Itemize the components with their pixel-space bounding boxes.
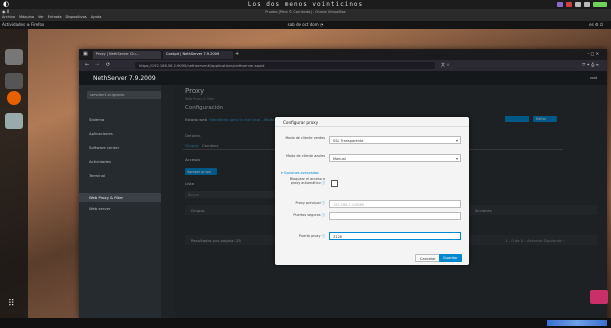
guest-dock: ⠿ [0,29,28,318]
url-field[interactable]: https://192.168.56.2:9090/nethserver#/ap… [135,62,435,69]
vm-menu-bar: ◉ 0 Prueba [Pero © Corriendo] - Oracle V… [0,9,611,21]
save-button[interactable]: Guardar [439,254,462,262]
tab-strip: ▣ Proxy | NethServer Clu... Cockpit | Ne… [79,49,607,60]
guest-status-menu[interactable]: es ⚙ ⏻ [589,22,603,27]
host-top-bar: ◐ Los dos menos vointicinos [0,0,611,9]
taskbar-tray-icons[interactable] [547,320,607,326]
block-auto-proxy-text: Bloquear el acceso a proxy automático [289,177,325,186]
client-mode-green-label: Modo de cliente verdes [285,136,325,140]
info-icon[interactable]: ⓘ [322,201,325,205]
menu-entrada[interactable]: Entrada [48,15,62,19]
host-taskbar [0,318,611,328]
sidebar-item-aplicaciones[interactable]: Aplicaciones [89,131,113,136]
terminal-icon[interactable] [5,73,23,89]
parent-proxy-text: Proxy principal [295,201,321,205]
sidebar-item-sistema[interactable]: Sistema [89,117,104,122]
tab-cockpit-label: Cockpit | NethServer 7.9.2009 [166,52,220,56]
host-window-title: Los dos menos vointicinos [247,1,364,8]
menu-ayuda[interactable]: Ayuda [91,15,102,19]
sidebar-item-software-center[interactable]: Software center [89,145,119,150]
back-button[interactable]: ← [85,62,89,68]
tab-cockpit[interactable]: Cockpit | NethServer 7.9.2009 [163,51,233,59]
cancel-button[interactable]: Cancelar [415,254,441,262]
proxy-port-value: 3128 [333,234,342,239]
text-editor-icon[interactable] [5,113,23,129]
nethserver-brand: NethServer 7.9.2009 [93,75,156,82]
dialog-title: Configurar proxy [275,117,469,127]
menu-archivo[interactable]: Archivo [2,15,15,19]
app-grid-icon[interactable]: ⠿ [8,299,15,309]
forward-button[interactable]: → [95,62,99,68]
proxy-port-text: Puerto proxy [298,234,321,238]
navigation-bar: ← → ⟳ https://192.168.56.2:9090/nethserv… [79,60,607,71]
nethserver-header: NethServer 7.9.2009 root [79,71,607,86]
sidebar-icon-rail [161,85,175,319]
proxy-port-input[interactable]: 3128 [329,232,461,240]
menu-ver[interactable]: Ver [38,15,44,19]
sidebar-item-web-proxy-label: Web Proxy & filter [89,195,124,200]
tab-list-icon[interactable]: ▣ [83,51,88,57]
browser-menu-icons[interactable]: ⛉ ✦ ⎙ ≡ [582,62,599,67]
configure-proxy-dialog: Configurar proxy Modo de cliente verdes … [275,117,469,265]
bookmark-star-icon[interactable]: 文 ☆ [441,62,450,68]
vm-menus: Archivo Máquina Ver Entrada Dispositivos… [2,15,101,19]
tray-indicator-icon[interactable] [593,2,607,7]
user-menu[interactable]: root [590,76,597,80]
guest-clock[interactable]: sab de oct dom ◔ [0,22,611,27]
parent-proxy-placeholder: 192.168.1.1:8080 [333,202,365,207]
host-system-tray[interactable] [557,1,607,8]
host-selector[interactable]: servidor1.ei.ignacio [87,91,161,99]
tray-record-icon[interactable] [566,2,572,7]
url-text: https://192.168.56.2:9090/nethserver#/ap… [139,63,265,68]
safe-ports-label: Puertos seguros ⓘ [281,213,325,217]
sidebar-item-web-server[interactable]: Web server [89,206,111,211]
files-icon[interactable] [5,49,23,65]
menu-dispositivos[interactable]: Dispositivos [66,15,87,19]
proxy-port-label: Puerto proxy ⓘ [281,234,325,238]
client-mode-blue-label: Modo de cliente azules [286,154,325,158]
client-mode-blue-value: Manual [333,156,346,161]
guest-top-bar: Actividades ⊕ Firefox sab de oct dom ◔ e… [0,21,611,29]
overlay-app-icon[interactable] [590,290,608,304]
sidebar-item-web-proxy-active[interactable]: Web Proxy & filter [79,193,161,202]
client-mode-green-select[interactable]: SSL Transparente [329,136,461,144]
window-controls[interactable]: – □ ✕ [587,51,599,56]
tab-proxy-label: Proxy | NethServer Clu... [96,52,139,56]
block-auto-proxy-label: Bloquear el acceso a proxy automático ⓘ [281,177,325,185]
info-icon[interactable]: ⓘ [322,181,325,185]
client-mode-green-value: SSL Transparente [333,138,364,143]
safe-ports-input[interactable] [329,212,461,220]
new-tab-button[interactable]: + [235,51,239,57]
safe-ports-text: Puertos seguros [293,213,321,217]
menu-maquina[interactable]: Máquina [19,15,34,19]
tab-proxy[interactable]: Proxy | NethServer Clu... [93,51,161,59]
sidebar-item-actividades[interactable]: Actividades [89,159,111,164]
info-icon[interactable]: ⓘ [322,234,325,238]
advanced-options-label: Opciones avanzadas [283,171,319,175]
reload-button[interactable]: ⟳ [106,62,110,68]
tray-volume-icon[interactable] [584,2,590,7]
sidebar-item-terminal[interactable]: Terminal [89,173,105,178]
firefox-icon[interactable] [7,91,21,105]
vm-title: Prueba [Pero © Corriendo] - Oracle Virtu… [265,10,346,14]
client-mode-blue-select[interactable]: Manual [329,154,461,162]
tray-app-icon[interactable] [557,2,563,7]
parent-proxy-label: Proxy principal ⓘ [281,201,325,205]
parent-proxy-input[interactable]: 192.168.1.1:8080 [329,200,461,208]
info-icon[interactable]: ⓘ [322,213,325,217]
tray-network-icon[interactable] [575,2,581,7]
host-selector-label: servidor1.ei.ignacio [90,92,125,97]
block-auto-proxy-checkbox[interactable] [331,180,338,187]
advanced-options-toggle[interactable]: ▾ Opciones avanzadas [281,171,319,175]
